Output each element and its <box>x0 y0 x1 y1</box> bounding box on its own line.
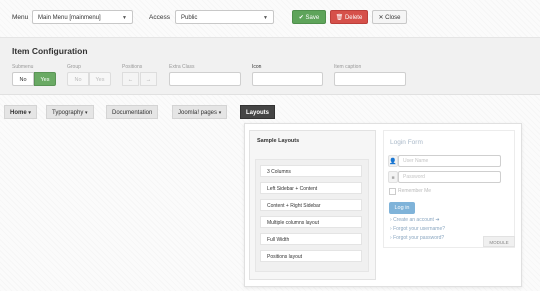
forgot-username-link[interactable]: › Forgot your username? <box>390 226 445 232</box>
caret-down-icon: ▾ <box>218 110 222 116</box>
group-label: Group <box>67 64 81 70</box>
close-label: Close <box>385 15 401 21</box>
forgot-password-text: Forgot your password? <box>393 235 445 241</box>
section-title: Item Configuration <box>12 46 88 56</box>
user-icon: 👤 <box>388 155 398 167</box>
trash-icon: 🗑 <box>335 15 344 21</box>
save-button[interactable]: ✔ Save <box>292 10 326 24</box>
nav-label: Layouts <box>246 110 270 116</box>
nav-label: Home <box>10 110 27 116</box>
nav-item-home[interactable]: Home ▾ <box>4 105 37 119</box>
lock-icon: ■ <box>388 171 398 183</box>
icon-label: Icon <box>252 64 262 70</box>
chevron-down-icon: ▼ <box>122 15 127 21</box>
layout-item[interactable]: Multiple columns layout <box>260 216 362 228</box>
caret-down-icon: ▾ <box>85 110 88 116</box>
extra-class-label: Extra Class <box>169 64 195 70</box>
nav-label: Typography <box>52 110 84 116</box>
password-input[interactable]: Password <box>398 171 501 183</box>
check-icon: ✔ <box>298 15 304 21</box>
delete-label: Delete <box>344 15 363 21</box>
nav-item-typography[interactable]: Typography ▾ <box>46 105 94 119</box>
submenu-no-toggle[interactable]: No <box>12 72 34 86</box>
remember-label: Remember Me <box>398 188 432 194</box>
menu-label: Menu <box>12 14 29 21</box>
create-account-text: Create an account <box>393 217 434 223</box>
sample-layouts-title: Sample Layouts <box>257 138 300 144</box>
login-title: Login Form <box>390 139 423 146</box>
close-icon: ✕ <box>378 15 384 21</box>
nav-label: Documentation <box>112 110 153 116</box>
group-yes-toggle[interactable]: Yes <box>89 72 111 86</box>
module-badge: MODULE <box>483 236 515 247</box>
layout-item[interactable]: Content + Right Sidebar <box>260 199 362 211</box>
forgot-password-link[interactable]: › Forgot your password? <box>390 235 444 241</box>
nav-item-documentation[interactable]: Documentation <box>106 105 159 119</box>
menu-select[interactable]: Main Menu [mainmenu] ▼ <box>32 10 133 24</box>
login-module: Login Form 👤 User Name ■ Password Rememb… <box>383 130 515 248</box>
username-input[interactable]: User Name <box>398 155 501 167</box>
layout-item[interactable]: Full Width <box>260 233 362 245</box>
bullet-icon: › <box>390 235 392 241</box>
nav-item-joomla-pages[interactable]: Joomla! pages ▾ <box>172 105 228 119</box>
delete-button[interactable]: 🗑 Delete <box>330 10 368 24</box>
access-select[interactable]: Public ▼ <box>175 10 274 24</box>
group-no-toggle[interactable]: No <box>67 72 89 86</box>
arrow-right-icon: ➜ <box>435 217 440 223</box>
positions-label: Positions <box>122 64 143 70</box>
login-button[interactable]: Log in <box>389 202 415 214</box>
layout-item[interactable]: 3 Columns <box>260 165 362 177</box>
submenu-label: Submenu <box>12 64 34 70</box>
caret-down-icon: ▾ <box>28 110 31 116</box>
arrow-left-icon[interactable]: ← <box>122 72 139 86</box>
remember-checkbox[interactable] <box>389 188 396 195</box>
item-configuration-panel: Item Configuration Submenu No Yes Group … <box>0 37 540 95</box>
caption-label: Item caption <box>334 64 362 70</box>
bullet-icon: › <box>390 217 392 223</box>
submenu-yes-toggle[interactable]: Yes <box>34 72 56 86</box>
access-select-value: Public <box>181 15 198 21</box>
access-label: Access <box>149 14 170 21</box>
close-button[interactable]: ✕ Close <box>372 10 407 24</box>
nav-item-layouts[interactable]: Layouts <box>240 105 276 119</box>
nav-label: Joomla! pages <box>178 110 218 116</box>
create-account-link[interactable]: › Create an account ➜ <box>390 217 440 223</box>
icon-input[interactable] <box>252 72 323 86</box>
chevron-down-icon: ▼ <box>263 15 268 21</box>
bullet-icon: › <box>390 226 392 232</box>
save-label: Save <box>305 15 320 21</box>
extra-class-input[interactable] <box>169 72 241 86</box>
layout-item[interactable]: Left Sidebar + Content <box>260 182 362 194</box>
forgot-username-text: Forgot your username? <box>393 226 446 232</box>
menu-select-value: Main Menu [mainmenu] <box>38 15 101 21</box>
caption-input[interactable] <box>334 72 406 86</box>
arrow-right-icon[interactable]: → <box>140 72 157 86</box>
layout-item[interactable]: Positions layout <box>260 250 362 262</box>
